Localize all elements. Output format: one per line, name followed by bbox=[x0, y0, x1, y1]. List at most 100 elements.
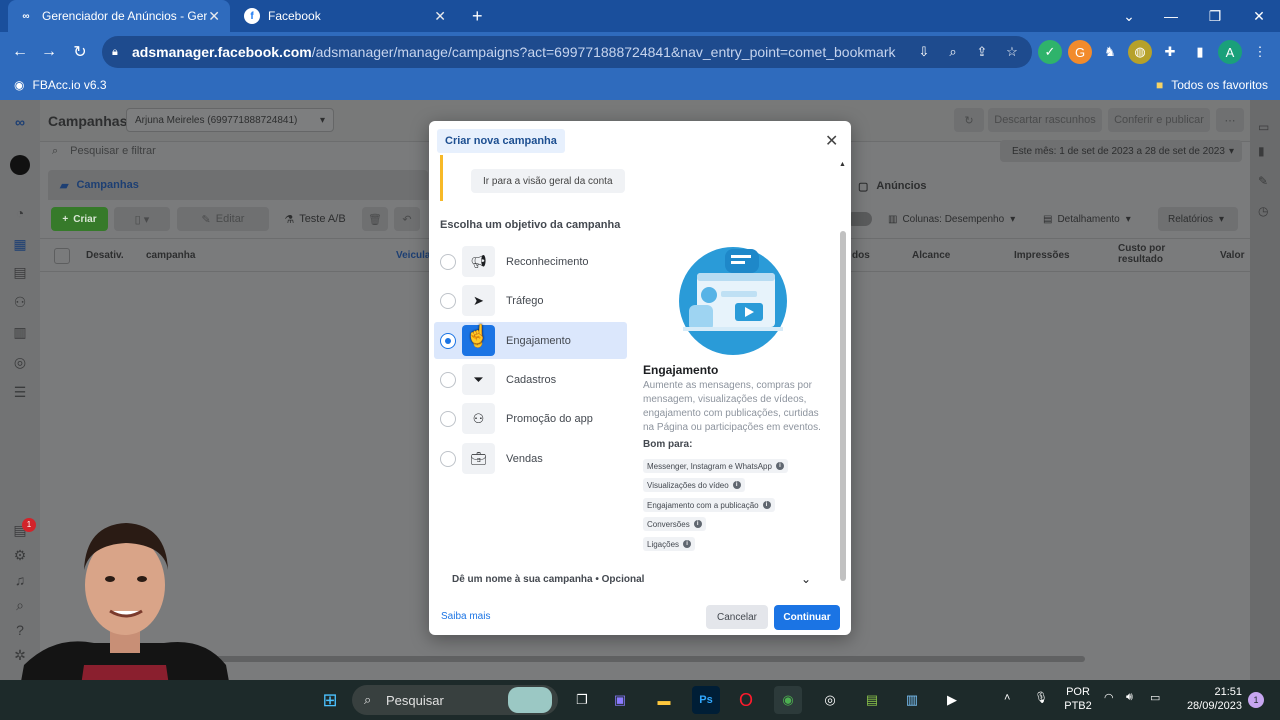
cancel-button[interactable]: Cancelar bbox=[706, 605, 768, 629]
column-header[interactable]: Veicula bbox=[396, 250, 430, 261]
objective-trafego[interactable]: ➤ Tráfego bbox=[434, 282, 627, 319]
objective-cadastros[interactable]: ⏷ Cadastros bbox=[434, 361, 627, 398]
recorder-icon[interactable]: ◎ bbox=[816, 686, 844, 714]
search-filter-bar[interactable]: ⌕ Pesquisar e filtrar bbox=[44, 140, 434, 162]
column-header[interactable]: dos bbox=[852, 250, 870, 261]
microphone-icon[interactable]: 🎙︎ bbox=[1034, 691, 1048, 704]
radio-button[interactable] bbox=[440, 292, 456, 309]
taskbar-search[interactable]: ⌕ Pesquisar bbox=[352, 685, 558, 715]
minimize-button[interactable]: — bbox=[1150, 0, 1192, 32]
all-bookmarks[interactable]: ■ Todos os favoritos bbox=[1156, 78, 1268, 92]
chrome-icon[interactable]: ◉ bbox=[774, 686, 802, 714]
close-icon[interactable]: ✕ bbox=[825, 131, 838, 151]
ab-test-button[interactable]: ⚗ Teste A/B bbox=[273, 207, 357, 231]
teams-icon[interactable]: ▣ bbox=[606, 686, 634, 714]
file-explorer-icon[interactable]: ▬ bbox=[650, 686, 678, 714]
notepad-icon[interactable]: ▥ bbox=[898, 686, 926, 714]
battery-icon[interactable]: ▭ bbox=[1150, 691, 1160, 704]
create-button[interactable]: + Criar bbox=[51, 207, 108, 231]
column-header[interactable]: Alcance bbox=[912, 250, 950, 261]
audience-icon[interactable]: ⚇ bbox=[10, 292, 30, 312]
extension-check-icon[interactable]: ✓ bbox=[1038, 40, 1062, 64]
info-icon[interactable]: i bbox=[732, 481, 741, 489]
back-icon[interactable]: ← bbox=[5, 43, 35, 61]
notification-badge[interactable]: 1 bbox=[1248, 692, 1264, 708]
catalog-icon[interactable]: ▥ bbox=[10, 322, 30, 342]
undo-button[interactable]: ↶ bbox=[394, 207, 420, 231]
select-all-checkbox[interactable] bbox=[54, 248, 70, 264]
wifi-icon[interactable]: ◠ bbox=[1104, 691, 1114, 704]
refresh-button[interactable]: ↻ bbox=[954, 108, 984, 132]
billing-icon[interactable]: ◎ bbox=[10, 352, 30, 372]
more-menu-icon[interactable]: ☰ bbox=[10, 382, 30, 402]
close-tab-icon[interactable]: ✕ bbox=[434, 8, 446, 25]
tab-ads[interactable]: ▢ Anúncios bbox=[850, 172, 1230, 200]
new-tab-button[interactable]: + bbox=[462, 0, 492, 32]
info-icon[interactable]: i bbox=[762, 501, 771, 509]
android-icon[interactable]: ▤ bbox=[858, 686, 886, 714]
pencil-icon[interactable]: ✎ bbox=[1258, 174, 1268, 188]
tab-facebook[interactable]: f Facebook ✕ bbox=[234, 0, 456, 32]
tab-search-icon[interactable]: ⌄ bbox=[1108, 0, 1150, 32]
info-icon[interactable]: i bbox=[683, 540, 692, 548]
clock[interactable]: 21:51 28/09/2023 bbox=[1176, 685, 1242, 713]
campaign-name-toggle[interactable]: Dê um nome à sua campanha • Opcional bbox=[452, 574, 644, 585]
extensions-puzzle-icon[interactable]: ✚ bbox=[1158, 40, 1182, 64]
media-player-icon[interactable]: ▶ bbox=[938, 686, 966, 714]
column-header[interactable]: Custo por resultado bbox=[1118, 243, 1178, 265]
edit-button[interactable]: ✎ Editar bbox=[177, 207, 269, 231]
profile-avatar[interactable]: A bbox=[1218, 40, 1242, 64]
side-panel-icon[interactable]: ▮ bbox=[1188, 40, 1212, 64]
columns-button[interactable]: ▥ Colunas: Desempenho ▾ bbox=[880, 207, 1028, 231]
language-indicator[interactable]: POR PTB2 bbox=[1062, 685, 1094, 713]
radio-button[interactable] bbox=[440, 410, 456, 427]
dialog-scrollbar[interactable]: ▲ bbox=[839, 161, 847, 581]
close-window-button[interactable]: ✕ bbox=[1238, 0, 1280, 32]
reports-button[interactable]: Relatórios ▾ bbox=[1158, 207, 1238, 231]
extension-figure-icon[interactable]: ♞ bbox=[1098, 40, 1122, 64]
edit-panel-icon[interactable]: ▭ bbox=[1258, 120, 1269, 134]
continue-button[interactable]: Continuar bbox=[774, 605, 840, 630]
more-options-button[interactable]: ⋯ bbox=[1216, 108, 1244, 132]
bookmark-star-icon[interactable]: ☆ bbox=[1000, 40, 1024, 64]
extension-globe-icon[interactable]: ◍ bbox=[1128, 40, 1152, 64]
task-view-icon[interactable]: ❐ bbox=[568, 686, 596, 714]
objective-promocao-app[interactable]: ⚇ Promoção do app bbox=[434, 400, 627, 437]
windows-start-icon[interactable]: ⊞ bbox=[316, 686, 344, 714]
table-icon[interactable]: ▦ bbox=[10, 234, 30, 254]
delete-button[interactable]: 🗑︎ bbox=[362, 207, 388, 231]
info-icon[interactable]: i bbox=[693, 520, 702, 528]
tray-chevron-icon[interactable]: ˄ bbox=[1004, 692, 1010, 704]
volume-icon[interactable]: 🔊︎ bbox=[1126, 691, 1133, 704]
address-bar[interactable]: 🔒︎ adsmanager.facebook.com/adsmanager/ma… bbox=[102, 36, 1032, 68]
clock-icon[interactable]: ◷ bbox=[1258, 204, 1268, 218]
scroll-up-icon[interactable]: ▲ bbox=[839, 161, 846, 168]
info-icon[interactable]: i bbox=[775, 462, 784, 470]
restore-button[interactable]: ❐ bbox=[1194, 0, 1236, 32]
column-header[interactable]: Valor bbox=[1220, 250, 1244, 261]
discard-drafts-button[interactable]: Descartar rascunhos bbox=[988, 108, 1102, 132]
bookmark-fbacc[interactable]: ◉ FBAcc.io v6.3 bbox=[14, 78, 107, 92]
radio-button[interactable] bbox=[440, 371, 456, 388]
reload-icon[interactable]: ↻ bbox=[65, 42, 95, 62]
objective-vendas[interactable]: 💼︎ Vendas bbox=[434, 440, 627, 477]
dashboard-icon[interactable]: ◔ bbox=[10, 203, 30, 223]
forward-icon[interactable]: → bbox=[34, 43, 64, 61]
account-selector[interactable]: Arjuna Meireles (699771888724841) ▾ bbox=[126, 108, 334, 132]
review-publish-button[interactable]: Conferir e publicar bbox=[1108, 108, 1210, 132]
photoshop-icon[interactable]: Ps bbox=[692, 686, 720, 714]
opera-icon[interactable]: O bbox=[732, 686, 760, 714]
pages-icon[interactable]: ▤ bbox=[10, 262, 30, 282]
column-header[interactable]: campanha bbox=[146, 250, 195, 261]
chevron-down-icon[interactable]: ⌄ bbox=[801, 572, 811, 586]
account-overview-button[interactable]: Ir para a visão geral da conta bbox=[471, 169, 625, 193]
learn-more-link[interactable]: Saiba mais bbox=[441, 611, 490, 622]
extension-g-icon[interactable]: G bbox=[1068, 40, 1092, 64]
date-range-picker[interactable]: Este mês: 1 de set de 2023 a 28 de set d… bbox=[1000, 140, 1242, 162]
scroll-thumb[interactable] bbox=[840, 231, 846, 581]
tab-campaigns[interactable]: ▰ Campanhas bbox=[48, 170, 428, 200]
zoom-icon[interactable]: ⌕ bbox=[941, 40, 965, 64]
radio-button[interactable] bbox=[440, 332, 456, 349]
duplicate-button[interactable]: ▯ ▾ bbox=[114, 207, 170, 231]
close-tab-icon[interactable]: ✕ bbox=[208, 8, 220, 25]
